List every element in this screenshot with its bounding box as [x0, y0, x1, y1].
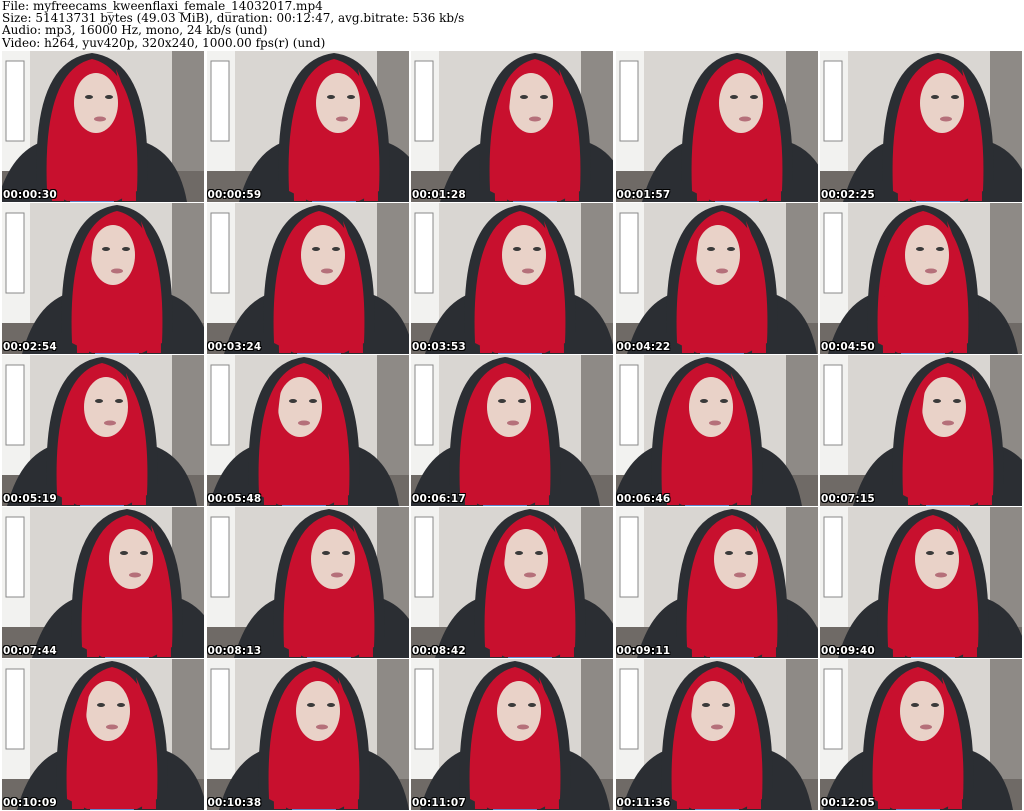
thumbnail-timestamp: 00:05:19 [3, 493, 57, 505]
thumbnail-timestamp: 00:07:44 [3, 645, 57, 657]
video-thumbnail: 00:08:13 [206, 507, 409, 658]
video-thumbnail: 00:09:11 [615, 507, 818, 658]
thumbnail-timestamp: 00:06:46 [616, 493, 671, 505]
video-thumbnail: 00:01:57 [615, 51, 818, 202]
frame-image [2, 51, 204, 202]
frame-image [615, 355, 818, 506]
frame-image [2, 355, 204, 506]
thumbnail-timestamp: 00:06:17 [412, 493, 466, 505]
frame-image [411, 659, 613, 810]
video-thumbnail: 00:06:46 [615, 355, 818, 506]
frame-image [820, 659, 1022, 810]
thumbnail-timestamp: 00:03:24 [207, 341, 262, 353]
thumbnail-timestamp: 00:09:11 [616, 645, 671, 657]
video-thumbnail: 00:11:36 [615, 659, 818, 810]
video-thumbnail: 00:06:17 [411, 355, 613, 506]
thumbnail-timestamp: 00:02:54 [3, 341, 57, 353]
video-thumbnail: 00:07:15 [820, 355, 1022, 506]
thumbnail-timestamp: 00:01:28 [412, 189, 466, 201]
thumbnail-timestamp: 00:11:36 [616, 797, 671, 809]
video-info-line: Video: h264, yuv420p, 320x240, 1000.00 f… [2, 35, 326, 50]
frame-image [206, 51, 409, 202]
frame-image [411, 507, 613, 658]
frame-image [2, 507, 204, 658]
frame-image [411, 203, 613, 354]
frame-image [206, 507, 409, 658]
frame-image [2, 203, 204, 354]
frame-image [411, 51, 613, 202]
frame-image [615, 203, 818, 354]
frame-image [820, 507, 1022, 658]
video-thumbnail: 00:03:53 [411, 203, 613, 354]
frame-image [615, 659, 818, 810]
video-thumbnail: 00:10:09 [2, 659, 204, 810]
thumbnail-timestamp: 00:03:53 [412, 341, 466, 353]
frame-image [206, 203, 409, 354]
thumbnail-timestamp: 00:00:59 [207, 189, 262, 201]
frame-image [820, 51, 1022, 202]
file-info-header: File: myfreecams_kweenflaxi_female_14032… [2, 0, 1022, 50]
frame-image [615, 51, 818, 202]
video-thumbnail: 00:05:48 [206, 355, 409, 506]
frame-image [615, 507, 818, 658]
frame-image [206, 355, 409, 506]
video-thumbnail: 00:02:54 [2, 203, 204, 354]
frame-image [820, 355, 1022, 506]
thumbnail-timestamp: 00:10:38 [207, 797, 262, 809]
video-thumbnail: 00:10:38 [206, 659, 409, 810]
audio-info-line: Audio: mp3, 16000 Hz, mono, 24 kb/s (und… [2, 23, 268, 38]
frame-image [206, 659, 409, 810]
video-thumbnail: 00:02:25 [820, 51, 1022, 202]
video-thumbnail: 00:00:30 [2, 51, 204, 202]
video-thumbnail: 00:12:05 [820, 659, 1022, 810]
thumbnail-timestamp: 00:04:50 [821, 341, 875, 353]
thumbnail-timestamp: 00:04:22 [616, 341, 671, 353]
video-thumbnail: 00:08:42 [411, 507, 613, 658]
thumbnail-timestamp: 00:10:09 [3, 797, 57, 809]
video-thumbnail: 00:09:40 [820, 507, 1022, 658]
thumbnail-timestamp: 00:08:42 [412, 645, 466, 657]
video-thumbnail: 00:11:07 [411, 659, 613, 810]
video-thumbnail: 00:04:22 [615, 203, 818, 354]
thumbnail-timestamp: 00:05:48 [207, 493, 262, 505]
thumbnail-timestamp: 00:09:40 [821, 645, 875, 657]
video-thumbnail: 00:07:44 [2, 507, 204, 658]
frame-image [820, 203, 1022, 354]
video-thumbnail: 00:01:28 [411, 51, 613, 202]
video-thumbnail: 00:00:59 [206, 51, 409, 202]
thumbnail-timestamp: 00:02:25 [821, 189, 875, 201]
thumbnail-timestamp: 00:01:57 [616, 189, 671, 201]
video-thumbnail: 00:05:19 [2, 355, 204, 506]
thumbnail-timestamp: 00:12:05 [821, 797, 875, 809]
video-thumbnail: 00:04:50 [820, 203, 1022, 354]
thumbnail-timestamp: 00:08:13 [207, 645, 262, 657]
thumbnail-grid: 00:00:30 00:00:59 00:01:28 00:01:57 00:02:25… [2, 51, 1022, 811]
frame-image [2, 659, 204, 810]
frame-image [411, 355, 613, 506]
thumbnail-timestamp: 00:11:07 [412, 797, 466, 809]
video-thumbnail: 00:03:24 [206, 203, 409, 354]
thumbnail-timestamp: 00:07:15 [821, 493, 875, 505]
thumbnail-timestamp: 00:00:30 [3, 189, 57, 201]
